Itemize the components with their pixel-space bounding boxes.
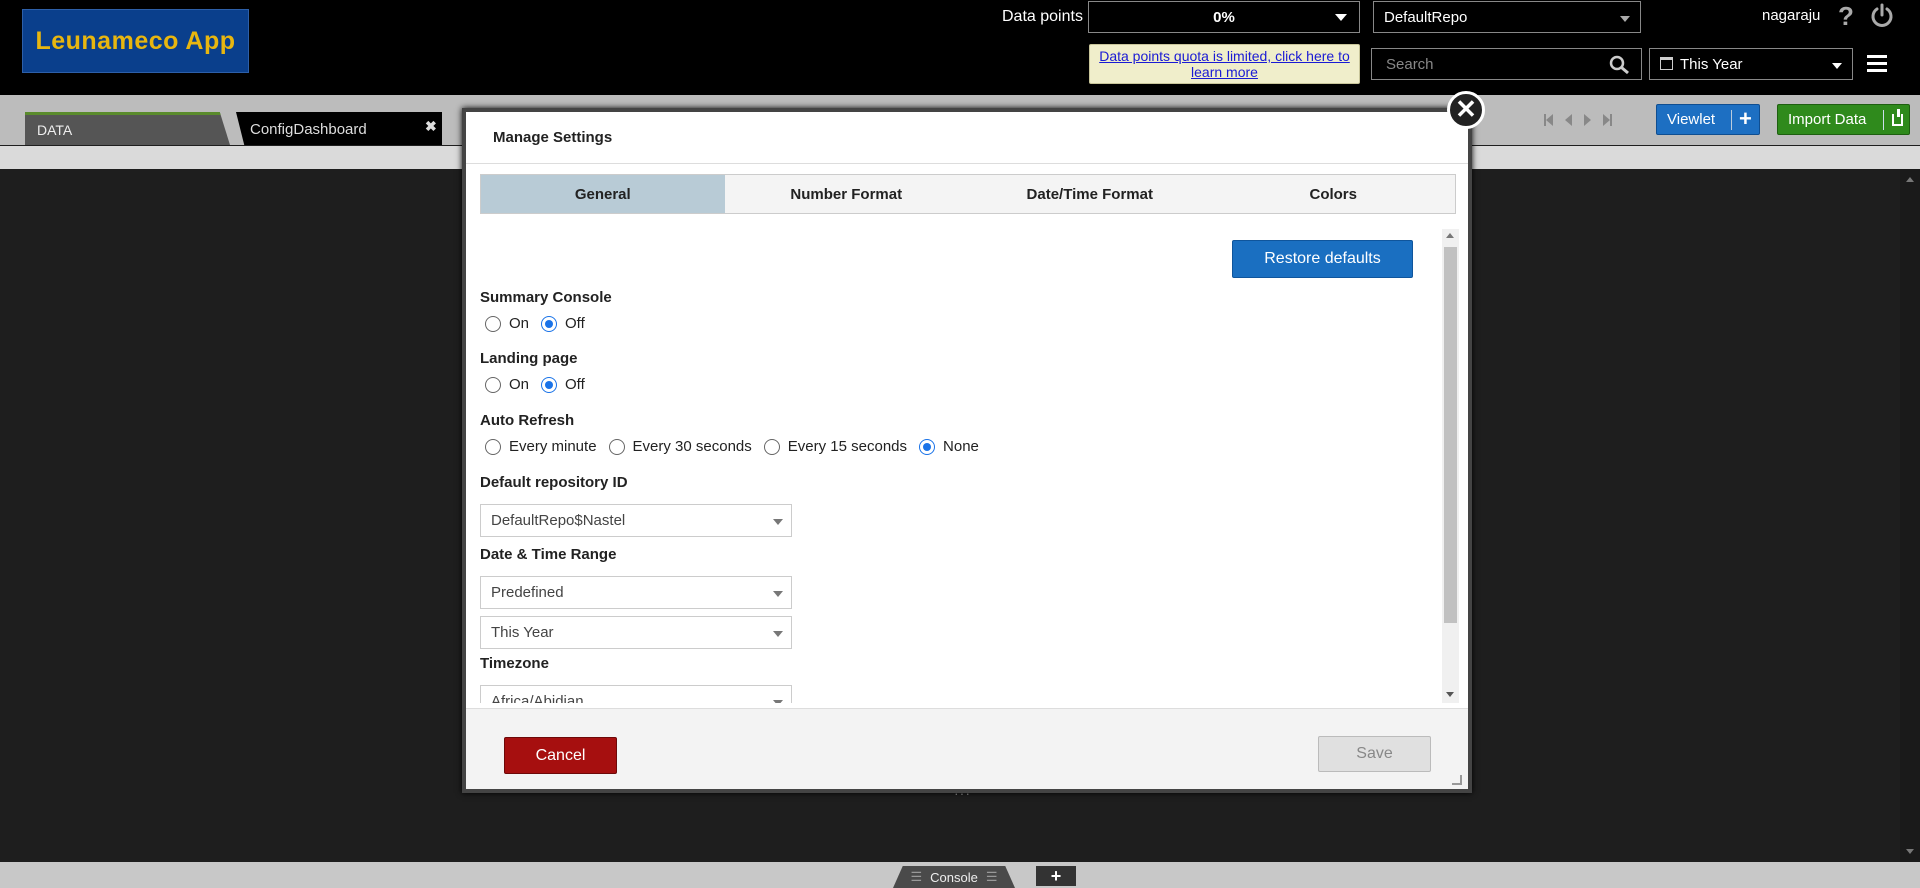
settings-tabs: General Number Format Date/Time Format C… [480,174,1456,214]
help-icon[interactable]: ? [1838,2,1860,30]
scroll-up-icon[interactable] [1446,233,1454,238]
previous-icon[interactable] [1565,114,1572,126]
tab-date-time-format[interactable]: Date/Time Format [968,175,1212,213]
chevron-down-icon [773,519,783,525]
viewlet-button[interactable]: Viewlet + [1656,104,1760,135]
console-label: Console [930,869,978,885]
default-repository-label: Default repository ID [480,474,628,491]
close-icon[interactable]: ✕ [1447,91,1485,129]
console-tab[interactable]: ☰ Console ☰ [893,866,1015,888]
chevron-down-icon [1620,16,1630,22]
import-data-button[interactable]: Import Data [1777,104,1910,135]
date-time-range-label: Date & Time Range [480,546,617,563]
manage-settings-dialog: Manage Settings General Number Format Da… [462,108,1472,793]
general-settings-panel: Restore defaults Summary Console On Off … [480,229,1446,703]
timezone-label: Timezone [480,655,549,672]
username[interactable]: nagaraju [1762,7,1820,24]
auto-refresh-every-15-seconds[interactable]: Every 15 seconds [763,438,907,455]
menu-icon[interactable] [1867,55,1887,73]
resize-grip-icon[interactable] [1452,775,1462,785]
tab-general[interactable]: General [481,175,725,213]
quota-notice-link[interactable]: Data points quota is limited, click here… [1099,48,1350,80]
dialog-footer: Cancel Save [466,708,1468,789]
landing-page-off[interactable]: Off [541,376,585,393]
chevron-down-icon [773,700,783,703]
auto-refresh-none[interactable]: None [919,438,979,455]
auto-refresh-label: Auto Refresh [480,412,575,429]
default-repository-select[interactable]: DefaultRepo$Nastel [480,504,792,537]
first-icon[interactable] [1544,114,1553,130]
summary-console-label: Summary Console [480,289,612,306]
data-points-label: Data points [1002,8,1083,25]
drag-icon: ☰ [910,869,923,884]
tab-number-format[interactable]: Number Format [724,175,968,213]
landing-page-on[interactable]: On [485,376,529,393]
chevron-down-icon [773,631,783,637]
calendar-icon [1660,57,1673,70]
summary-console-on[interactable]: On [485,315,529,332]
data-points-value: 0% [1213,8,1235,26]
summary-console-off[interactable]: Off [541,315,585,332]
tab-navigation [1544,114,1634,130]
power-icon[interactable] [1868,2,1896,30]
search-input[interactable] [1372,49,1602,79]
chevron-down-icon [773,591,783,597]
repository-value: DefaultRepo [1384,8,1468,26]
search-icon[interactable] [1609,55,1631,75]
repository-select[interactable]: DefaultRepo [1373,1,1641,33]
plus-icon: + [1739,106,1752,131]
app-logo[interactable]: Leunameco App [22,9,249,73]
search-box[interactable] [1371,48,1642,80]
last-icon[interactable] [1603,114,1612,130]
time-range-select[interactable]: This Year [1649,48,1853,80]
dialog-title: Manage Settings [466,112,1468,164]
summary-console-options: On Off [485,315,597,332]
scroll-down-icon[interactable] [1446,692,1454,697]
landing-page-label: Landing page [480,350,578,367]
time-range-value: This Year [1680,55,1743,73]
save-button[interactable]: Save [1318,736,1431,772]
cancel-button[interactable]: Cancel [504,737,617,774]
date-time-range-type-select[interactable]: Predefined [480,576,792,609]
top-header: Leunameco App Data points 0% DefaultRepo… [0,0,1920,95]
landing-page-options: On Off [485,376,597,393]
chevron-down-icon [1335,14,1347,21]
auto-refresh-options: Every minute Every 30 seconds Every 15 s… [485,438,991,455]
quota-notice[interactable]: Data points quota is limited, click here… [1089,44,1360,84]
add-console-button[interactable]: + [1036,866,1076,886]
close-tab-icon[interactable]: ✖ [425,118,437,135]
data-points-select[interactable]: 0% [1088,1,1360,33]
date-time-range-value-select[interactable]: This Year [480,616,792,649]
tab-configdashboard[interactable]: ConfigDashboard [236,112,442,145]
workspace-scrollbar[interactable] [1900,169,1920,862]
scroll-thumb[interactable] [1444,247,1457,623]
viewlet-label: Viewlet [1667,111,1716,128]
auto-refresh-every-minute[interactable]: Every minute [485,438,597,455]
next-icon[interactable] [1584,114,1591,126]
tab-colors[interactable]: Colors [1211,175,1455,213]
tab-data[interactable]: DATA [25,112,230,145]
settings-scrollbar[interactable] [1442,229,1459,703]
drag-icon: ☰ [985,869,998,884]
import-icon [1892,109,1903,126]
auto-refresh-every-30-seconds[interactable]: Every 30 seconds [608,438,752,455]
import-data-label: Import Data [1788,111,1867,128]
timezone-select[interactable]: Africa/Abidjan [480,685,792,703]
chevron-down-icon [1832,63,1842,69]
restore-defaults-button[interactable]: Restore defaults [1232,240,1413,278]
